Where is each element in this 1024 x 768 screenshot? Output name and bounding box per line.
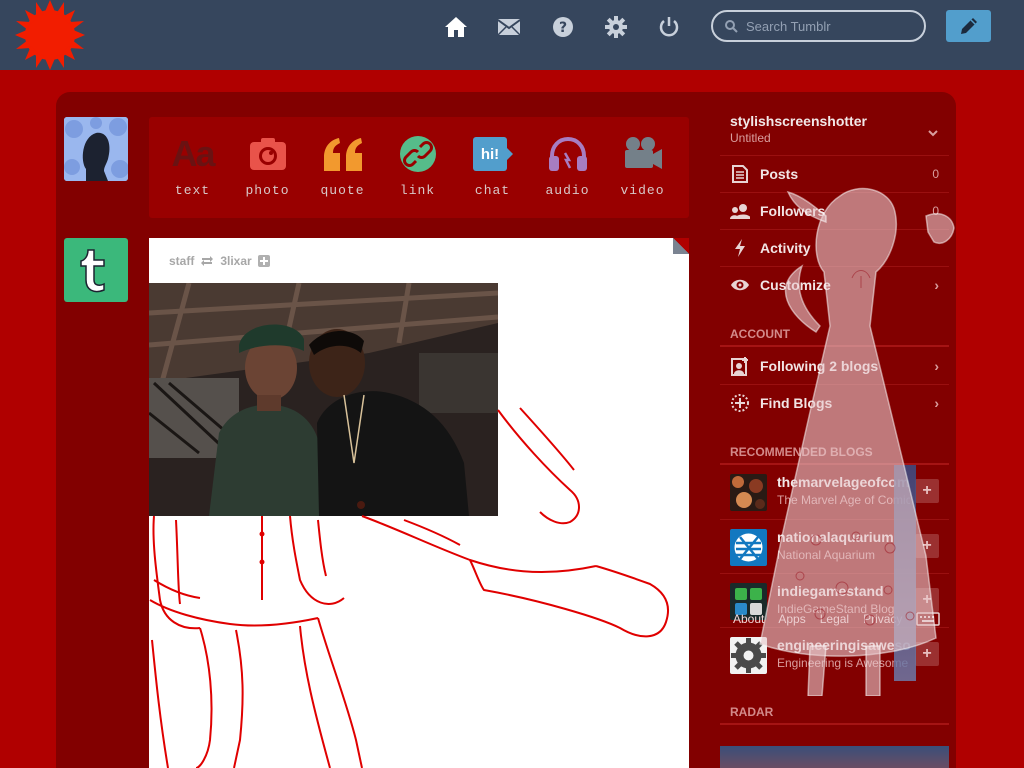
chevron-right-icon: › <box>934 277 939 293</box>
footer-link-about[interactable]: About <box>733 612 764 626</box>
keyboard-icon[interactable] <box>916 612 940 626</box>
post-type-audio[interactable]: audio <box>530 131 605 198</box>
pencil-icon <box>960 18 977 34</box>
follow-plus-icon[interactable]: + <box>915 642 939 666</box>
video-icon <box>624 137 662 169</box>
follow-plus-icon[interactable] <box>257 255 270 267</box>
blog-avatar <box>730 637 767 674</box>
account-section-header: ACCOUNT <box>730 327 790 341</box>
blog-subtitle: Engineering is Awesome <box>777 656 909 670</box>
sidebar-item-followers[interactable]: Followers 0 <box>720 192 949 229</box>
power-icon[interactable] <box>656 14 682 40</box>
search-box[interactable] <box>711 10 926 42</box>
compass-icon <box>731 394 749 412</box>
user-avatar[interactable] <box>64 117 128 181</box>
footer-links: About Apps Legal Privacy <box>733 612 902 626</box>
home-icon[interactable] <box>443 14 469 40</box>
blog-name: themarvelageofcomics <box>777 474 910 490</box>
sidebar-item-label: Following 2 blogs <box>760 357 879 374</box>
post-type-label: audio <box>545 183 590 198</box>
sidebar-item-customize[interactable]: Customize › <box>720 266 949 303</box>
camera-icon <box>249 138 286 170</box>
followers-count: 0 <box>932 204 939 218</box>
footer-link-apps[interactable]: Apps <box>778 612 805 626</box>
sidebar-item-label: Posts <box>760 166 799 182</box>
text-icon: Aa <box>171 133 215 174</box>
blog-subtitle: National Aquarium <box>777 548 876 562</box>
post-type-label: chat <box>474 183 511 198</box>
lightning-icon <box>735 239 745 257</box>
posts-icon <box>732 165 748 183</box>
following-icon <box>731 356 748 376</box>
eye-icon <box>731 279 749 291</box>
mail-icon[interactable] <box>496 14 522 40</box>
post-photo[interactable] <box>149 283 498 516</box>
search-icon <box>725 19 738 33</box>
blog-avatar <box>730 529 767 566</box>
sidebar-item-label: Activity <box>760 240 811 256</box>
post-type-label: text <box>174 183 211 198</box>
follow-plus-icon[interactable]: + <box>915 588 939 612</box>
chevron-right-icon: › <box>934 395 939 411</box>
post-type-label: video <box>620 183 665 198</box>
staff-avatar[interactable] <box>64 238 128 302</box>
sidebar-item-activity[interactable]: Activity <box>720 229 949 266</box>
post-type-photo[interactable]: photo <box>230 131 305 198</box>
reblog-icon <box>201 256 214 266</box>
posts-count: 0 <box>932 167 939 181</box>
post-type-label: link <box>399 183 436 198</box>
post-type-label: photo <box>245 183 290 198</box>
top-header: ? <box>0 0 1024 70</box>
followers-icon <box>730 204 750 219</box>
reblogged-from-link[interactable]: 3lixar <box>220 254 251 268</box>
radar-post-preview[interactable] <box>720 746 949 768</box>
svg-text:?: ? <box>559 20 567 36</box>
overlay-scroll-strip <box>894 465 916 681</box>
post-fold-corner <box>673 238 689 254</box>
headphones-icon <box>548 136 587 171</box>
footer-link-legal[interactable]: Legal <box>820 612 849 626</box>
radar-section-header: RADAR <box>730 705 774 719</box>
recommended-section-header: RECOMMENDED BLOGS <box>730 445 873 459</box>
post-type-link[interactable]: link <box>380 131 455 198</box>
compose-button[interactable] <box>946 10 991 42</box>
sidebar-item-posts[interactable]: Posts 0 <box>720 155 949 192</box>
gear-icon[interactable] <box>603 14 629 40</box>
blog-subtitle: Untitled <box>730 131 771 145</box>
quote-icon <box>323 138 362 171</box>
blog-name: nationalaquarium <box>777 529 894 545</box>
sidebar-item-find-blogs[interactable]: Find Blogs › <box>720 384 949 421</box>
blog-avatar <box>730 474 767 511</box>
sidebar-item-label: Find Blogs <box>760 395 833 411</box>
blog-name: engineeringisawesome <box>777 637 910 653</box>
search-input[interactable] <box>746 18 916 34</box>
chevron-down-icon[interactable] <box>927 128 939 138</box>
follow-plus-icon[interactable]: + <box>915 534 939 558</box>
link-icon <box>399 136 436 172</box>
tumblr-t-icon <box>80 249 105 293</box>
sidebar-item-following[interactable]: Following 2 blogs › <box>720 347 949 384</box>
post-author-link[interactable]: staff <box>169 254 194 268</box>
post-header: staff 3lixar <box>169 254 270 268</box>
help-icon[interactable]: ? <box>550 14 576 40</box>
post-type-bar: Aa text photo quote link hi! chat audio … <box>149 117 689 218</box>
svg-text:hi!: hi! <box>480 146 498 163</box>
post-type-quote[interactable]: quote <box>305 131 380 198</box>
follow-plus-icon[interactable]: + <box>915 479 939 503</box>
blog-name[interactable]: stylishscreenshotter <box>730 113 867 129</box>
section-divider <box>720 723 949 725</box>
chat-icon: hi! <box>472 137 513 171</box>
post-type-text[interactable]: Aa text <box>155 131 230 198</box>
post-type-label: quote <box>320 183 365 198</box>
chevron-right-icon: › <box>934 357 939 374</box>
post-type-video[interactable]: video <box>605 131 680 198</box>
red-sun-logo[interactable] <box>14 0 86 70</box>
sidebar-item-label: Followers <box>760 203 826 219</box>
blog-name: indiegamestand <box>777 583 884 599</box>
blog-subtitle: The Marvel Age of Comics <box>777 493 910 507</box>
sidebar-item-label: Customize <box>760 277 831 293</box>
post-card: staff 3lixar <box>149 238 689 768</box>
post-type-chat[interactable]: hi! chat <box>455 131 530 198</box>
